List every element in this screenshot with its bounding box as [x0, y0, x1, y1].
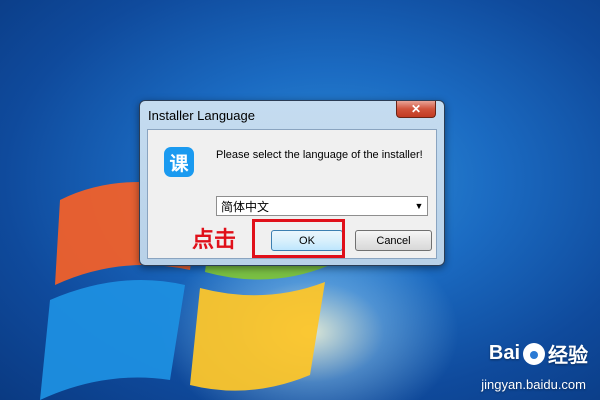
language-select[interactable]: 简体中文 ▼	[216, 196, 428, 216]
watermark-brand-right: 经验	[548, 345, 588, 367]
annotation-click-label: 点击	[192, 228, 237, 253]
dialog-titlebar[interactable]: Installer Language ✕	[140, 101, 444, 129]
watermark-url: jingyan.baidu.com	[481, 377, 586, 392]
close-icon: ✕	[410, 102, 422, 116]
cancel-button-label: Cancel	[376, 234, 411, 247]
chevron-down-icon[interactable]: ▼	[411, 201, 427, 211]
app-icon: 课	[164, 147, 194, 177]
annotation-highlight-box	[252, 219, 345, 258]
paw-icon	[523, 342, 545, 365]
close-button[interactable]: ✕	[396, 101, 436, 118]
language-select-value: 简体中文	[221, 199, 270, 214]
dialog-title: Installer Language	[148, 108, 255, 123]
cancel-button[interactable]: Cancel	[355, 230, 432, 251]
baidu-jingyan-logo: Bai 经验	[489, 339, 588, 368]
watermark-brand-left: Bai	[488, 342, 520, 364]
app-icon-glyph: 课	[169, 152, 189, 175]
language-prompt: Please select the language of the instal…	[216, 149, 423, 161]
